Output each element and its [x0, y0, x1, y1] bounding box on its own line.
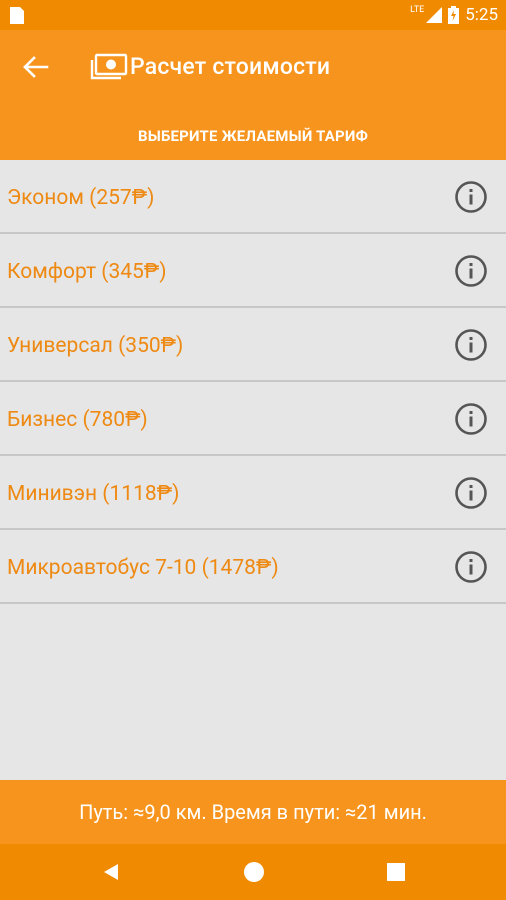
battery-charging-icon: [448, 6, 460, 24]
tariff-item-business[interactable]: Бизнес (780₱): [0, 382, 506, 456]
page-title: Расчет стоимости: [130, 53, 331, 80]
sim-card-icon: [10, 7, 24, 24]
back-button[interactable]: [18, 50, 52, 84]
nav-recents-button[interactable]: [382, 858, 410, 886]
nav-back-button[interactable]: [97, 858, 125, 886]
system-nav-bar: [0, 844, 506, 900]
route-summary: Путь: ≈9,0 км. Время в пути: ≈21 мин.: [0, 780, 506, 844]
info-icon[interactable]: [454, 180, 488, 214]
tariff-item-comfort[interactable]: Комфорт (345₱): [0, 234, 506, 308]
square-recents-icon: [387, 863, 405, 881]
arrow-left-icon: [23, 56, 49, 78]
tariff-item-minivan[interactable]: Минивэн (1118₱): [0, 456, 506, 530]
tariff-label: Универсал (350₱): [7, 334, 184, 358]
clock: 5:25: [465, 5, 498, 25]
status-right: LTE 5:25: [410, 3, 498, 27]
tariff-item-universal[interactable]: Универсал (350₱): [0, 308, 506, 382]
circle-home-icon: [244, 862, 264, 882]
money-icon: [90, 53, 128, 80]
app-bar: Расчет стоимости: [0, 30, 506, 104]
tariff-select-heading: ВЫБЕРИТЕ ЖЕЛАЕМЫЙ ТАРИФ: [0, 104, 506, 160]
tariff-label: Минивэн (1118₱): [7, 482, 180, 506]
triangle-back-icon: [104, 864, 118, 880]
tariff-label: Бизнес (780₱): [7, 408, 148, 432]
nav-home-button[interactable]: [240, 858, 268, 886]
status-bar: LTE 5:25: [0, 0, 506, 30]
network-type: LTE: [410, 5, 425, 15]
info-icon[interactable]: [454, 402, 488, 436]
tariff-label: Микроавтобус 7-10 (1478₱): [7, 556, 279, 580]
info-icon[interactable]: [454, 476, 488, 510]
info-icon[interactable]: [454, 254, 488, 288]
tariff-item-microbus[interactable]: Микроавтобус 7-10 (1478₱): [0, 530, 506, 604]
signal-icon: [426, 7, 443, 23]
tariff-list: Эконом (257₱) Комфорт (345₱) Универсал (…: [0, 160, 506, 604]
info-icon[interactable]: [454, 328, 488, 362]
tariff-item-econom[interactable]: Эконом (257₱): [0, 160, 506, 234]
tariff-label: Комфорт (345₱): [7, 260, 167, 284]
tariff-label: Эконом (257₱): [7, 186, 155, 210]
info-icon[interactable]: [454, 550, 488, 584]
